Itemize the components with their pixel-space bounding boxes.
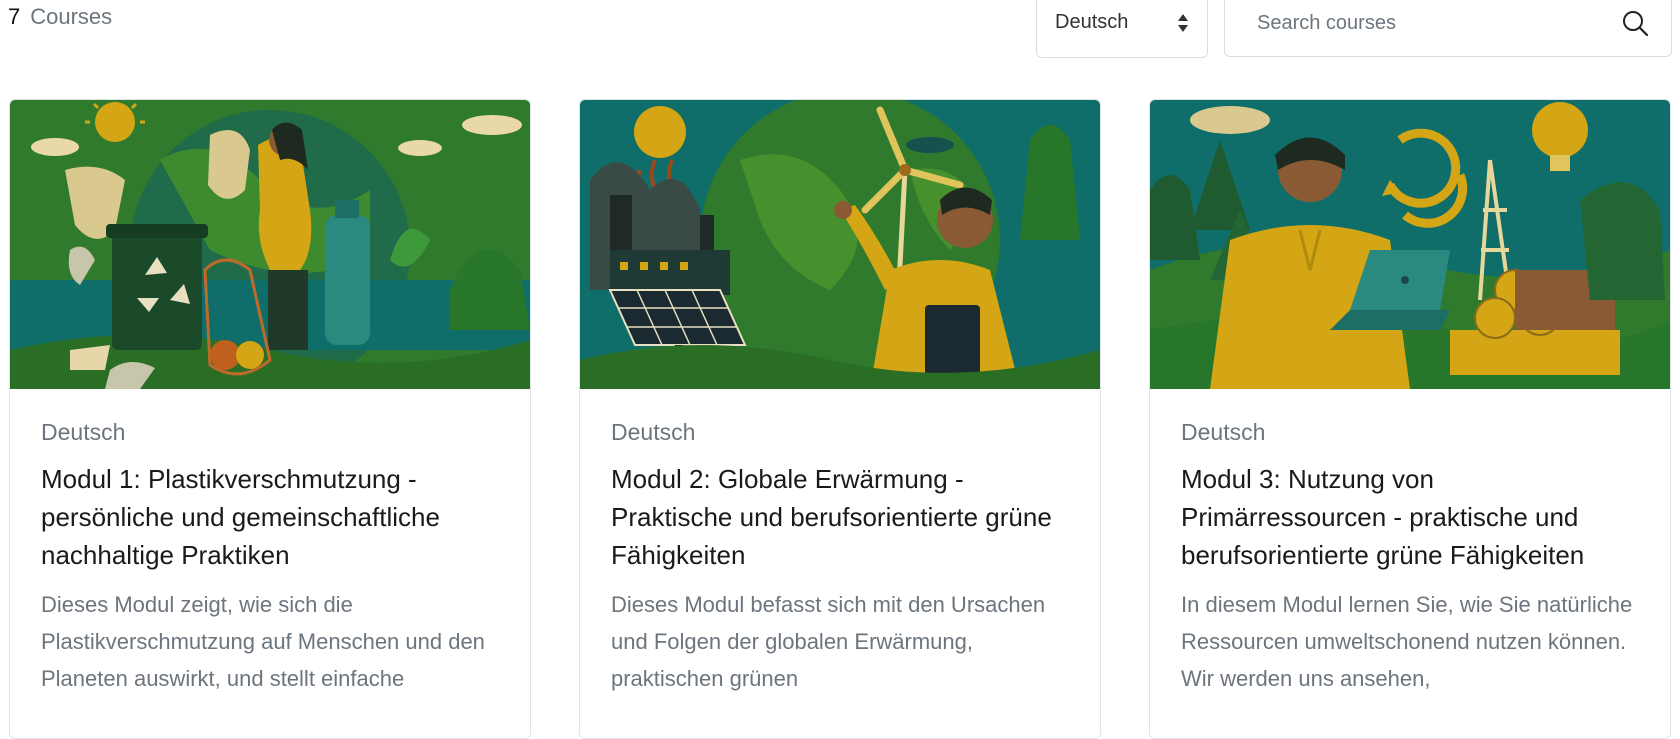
search-icon[interactable]: [1621, 9, 1649, 37]
course-card[interactable]: Deutsch Modul 3: Nutzung von Primärresso…: [1149, 99, 1671, 739]
course-count: 7 Courses: [8, 4, 112, 30]
search-input[interactable]: [1255, 7, 1599, 39]
course-card[interactable]: Deutsch Modul 1: Plastikverschmutzung - …: [9, 99, 531, 739]
course-description: Dieses Modul befasst sich mit den Ursach…: [611, 592, 1046, 691]
course-thumbnail-global-warming[interactable]: [580, 100, 1100, 389]
course-language: Deutsch: [611, 419, 696, 445]
course-title[interactable]: Modul 3: Nutzung von Primärressourcen - …: [1181, 460, 1638, 574]
course-language: Deutsch: [1181, 419, 1266, 445]
course-count-label: Courses: [30, 4, 113, 29]
search-box[interactable]: [1224, 0, 1672, 57]
course-description: Dieses Modul zeigt, wie sich die Plastik…: [41, 592, 485, 691]
language-select[interactable]: Deutsch: [1036, 0, 1208, 58]
course-count-number: 7: [8, 4, 21, 29]
courses-toolbar: 7 Courses Deutsch: [0, 0, 1680, 60]
course-description: In diesem Modul lernen Sie, wie Sie natü…: [1181, 592, 1633, 691]
course-title[interactable]: Modul 1: Plastikverschmutzung - persönli…: [41, 460, 498, 574]
course-language: Deutsch: [41, 419, 126, 445]
course-thumbnail-plastic-pollution[interactable]: [10, 100, 530, 389]
sort-arrows-icon: [1178, 14, 1188, 32]
language-select-value: Deutsch: [1055, 11, 1129, 33]
course-thumbnail-primary-resources[interactable]: [1150, 100, 1670, 389]
course-grid: Deutsch Modul 1: Plastikverschmutzung - …: [9, 99, 1671, 739]
course-card[interactable]: Deutsch Modul 2: Globale Erwärmung - Pra…: [579, 99, 1101, 739]
course-title[interactable]: Modul 2: Globale Erwärmung - Praktische …: [611, 460, 1068, 574]
